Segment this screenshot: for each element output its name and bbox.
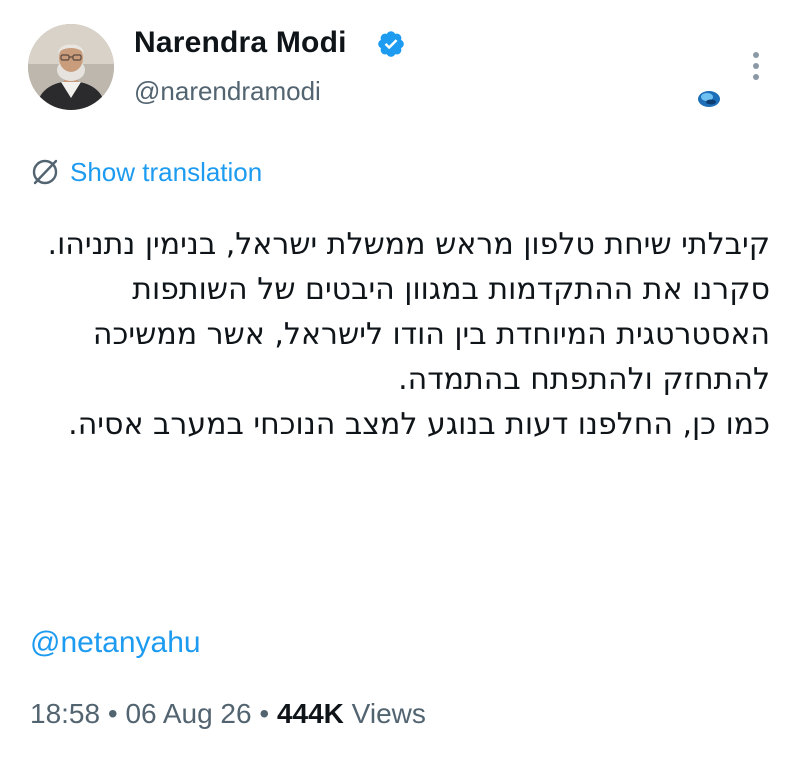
grok-icon[interactable] — [696, 89, 722, 109]
tweet-date[interactable]: 06 Aug 26 — [125, 698, 251, 729]
more-dot — [753, 63, 759, 69]
mention-link[interactable]: @netanyahu — [30, 626, 201, 660]
tweet-time[interactable]: 18:58 — [30, 698, 100, 729]
more-dot — [753, 52, 759, 58]
avatar-image — [28, 24, 114, 110]
author-display-name[interactable]: Narendra Modi — [134, 26, 347, 60]
tweet-text: קיבלתי שיחת טלפון מראש ממשלת ישראל, בנימ… — [24, 222, 770, 447]
author-handle[interactable]: @narendramodi — [134, 76, 321, 107]
show-translation-button[interactable]: Show translation — [30, 152, 262, 192]
views-label: Views — [351, 698, 426, 729]
views-count: 444K — [276, 698, 344, 729]
verified-badge-icon[interactable] — [376, 29, 406, 59]
globe-slash-icon — [32, 159, 58, 185]
more-vertical-icon[interactable] — [746, 48, 766, 84]
tweet-paragraph: קיבלתי שיחת טלפון מראש ממשלת ישראל, בנימ… — [47, 227, 770, 397]
tweet-paragraph: כמו כן, החלפנו דעות בנוגע למצב הנוכחי במ… — [68, 407, 770, 442]
tweet-meta: 18:58 • 06 Aug 26 • 444K Views — [30, 698, 426, 730]
show-translation-label: Show translation — [70, 156, 263, 187]
avatar[interactable] — [28, 24, 114, 110]
more-dot — [753, 74, 759, 80]
meta-separator: • — [107, 698, 118, 729]
meta-separator: • — [259, 698, 270, 729]
